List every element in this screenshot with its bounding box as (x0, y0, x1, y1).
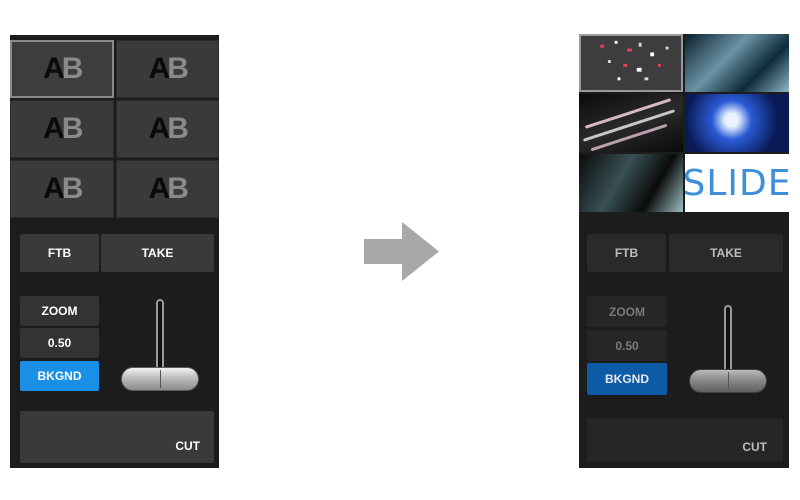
thumbnail-streaks[interactable] (579, 94, 683, 152)
ab-logo: AB (43, 112, 83, 145)
take-button[interactable]: TAKE (669, 234, 783, 272)
bkgnd-button[interactable]: BKGND (587, 363, 667, 395)
ab-logo: AB (148, 52, 189, 85)
cut-button[interactable]: CUT (20, 411, 214, 463)
source-tile[interactable]: AB (115, 40, 219, 98)
source-tile[interactable]: AB (10, 40, 114, 98)
thumbnail-grid: SLIDE (579, 34, 789, 212)
ftb-button[interactable]: FTB (20, 234, 99, 272)
particles-image (600, 40, 669, 81)
ftb-button[interactable]: FTB (587, 234, 666, 272)
ab-logo: AB (148, 172, 189, 205)
zoom-label[interactable]: ZOOM (587, 296, 667, 327)
tbar-handle[interactable] (121, 367, 199, 391)
zoom-value[interactable]: 0.50 (20, 328, 99, 358)
thumbnail-blue-burst[interactable] (685, 94, 789, 152)
source-tile[interactable]: AB (10, 100, 114, 158)
thumbnail-particles[interactable] (579, 34, 683, 92)
right-arrow-icon (364, 222, 439, 281)
ab-logo: AB (148, 112, 189, 145)
source-tile[interactable]: AB (115, 160, 219, 218)
source-tile[interactable]: AB (115, 100, 219, 158)
bkgnd-button[interactable]: BKGND (20, 361, 99, 391)
thumbnail-slide[interactable]: SLIDE (685, 154, 789, 212)
thumbnail-rings[interactable] (579, 154, 683, 212)
take-button[interactable]: TAKE (101, 234, 214, 272)
ab-logo: AB (43, 172, 83, 205)
thumbnail-crystals[interactable] (685, 34, 789, 92)
tbar-handle[interactable] (689, 369, 767, 393)
ab-logo: AB (43, 52, 83, 85)
zoom-label[interactable]: ZOOM (20, 296, 99, 326)
source-tile[interactable]: AB (10, 160, 114, 218)
slide-text: SLIDE (685, 162, 789, 204)
right-switcher-panel: SLIDE FTB TAKE ZOOM 0.50 BKGND CUT (579, 34, 789, 468)
left-switcher-panel: AB AB AB AB AB AB FTB TAKE ZOOM 0.50 BKG… (10, 35, 219, 468)
cut-button[interactable]: CUT (587, 418, 783, 462)
source-tile-grid: AB AB AB AB AB AB (10, 40, 219, 218)
zoom-value[interactable]: 0.50 (587, 330, 667, 361)
